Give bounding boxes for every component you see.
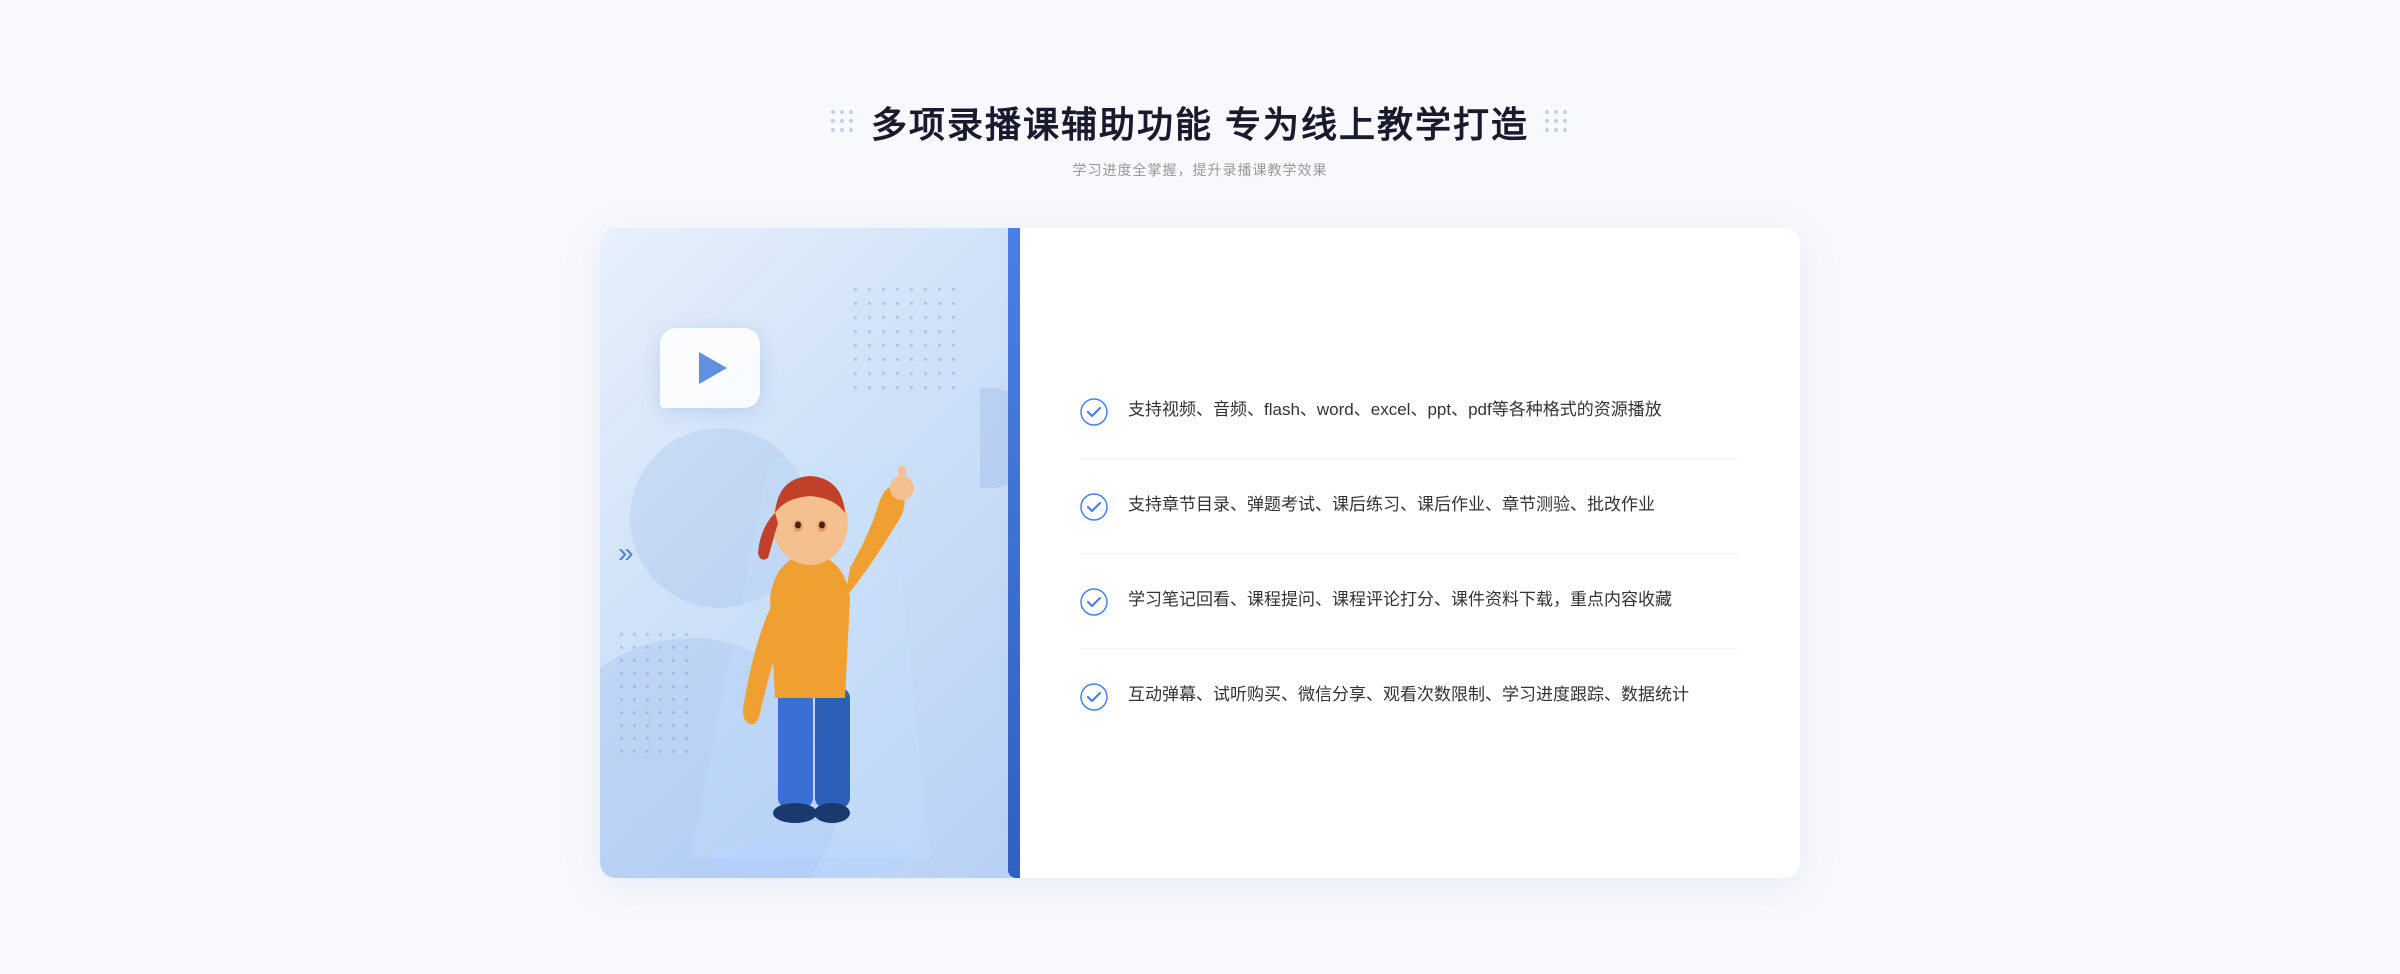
check-icon-1 (1080, 398, 1108, 426)
header-section: 多项录播课辅助功能 专为线上教学打造 学习进度全掌握，提升录播课教学效果 (831, 96, 1569, 180)
feature-item-3: 学习笔记回看、课程提问、课程评论打分、课件资料下载，重点内容收藏 (1080, 554, 1740, 649)
page-wrapper: 多项录播课辅助功能 专为线上教学打造 学习进度全掌握，提升录播课教学效果 (600, 96, 1800, 878)
illustration-area: » (600, 228, 1020, 878)
blue-bar-decoration (1008, 228, 1020, 878)
feature-text-4: 互动弹幕、试听购买、微信分享、观看次数限制、学习进度跟踪、数据统计 (1128, 681, 1689, 708)
chevron-left-icon: » (618, 537, 634, 569)
feature-text-1: 支持视频、音频、flash、word、excel、ppt、pdf等各种格式的资源… (1128, 396, 1662, 423)
main-title: 多项录播课辅助功能 专为线上教学打造 (871, 96, 1529, 148)
sub-title: 学习进度全掌握，提升录播课教学效果 (1072, 160, 1327, 180)
semi-circle-decoration (980, 388, 1020, 488)
check-icon-3 (1080, 588, 1108, 616)
content-section: » (600, 228, 1800, 878)
check-icon-2 (1080, 493, 1108, 521)
features-area: 支持视频、音频、flash、word、excel、ppt、pdf等各种格式的资源… (1020, 228, 1800, 878)
feature-item-1: 支持视频、音频、flash、word、excel、ppt、pdf等各种格式的资源… (1080, 364, 1740, 459)
title-row: 多项录播课辅助功能 专为线上教学打造 (831, 96, 1569, 148)
feature-item-4: 互动弹幕、试听购买、微信分享、观看次数限制、学习进度跟踪、数据统计 (1080, 649, 1740, 743)
human-figure-illustration (670, 358, 950, 878)
feature-item-2: 支持章节目录、弹题考试、课后练习、课后作业、章节测验、批改作业 (1080, 459, 1740, 554)
check-icon-4 (1080, 683, 1108, 711)
feature-text-2: 支持章节目录、弹题考试、课后练习、课后作业、章节测验、批改作业 (1128, 491, 1655, 518)
title-dots-right (1545, 110, 1569, 134)
feature-text-3: 学习笔记回看、课程提问、课程评论打分、课件资料下载，重点内容收藏 (1128, 586, 1672, 613)
title-dots-left (831, 110, 855, 134)
